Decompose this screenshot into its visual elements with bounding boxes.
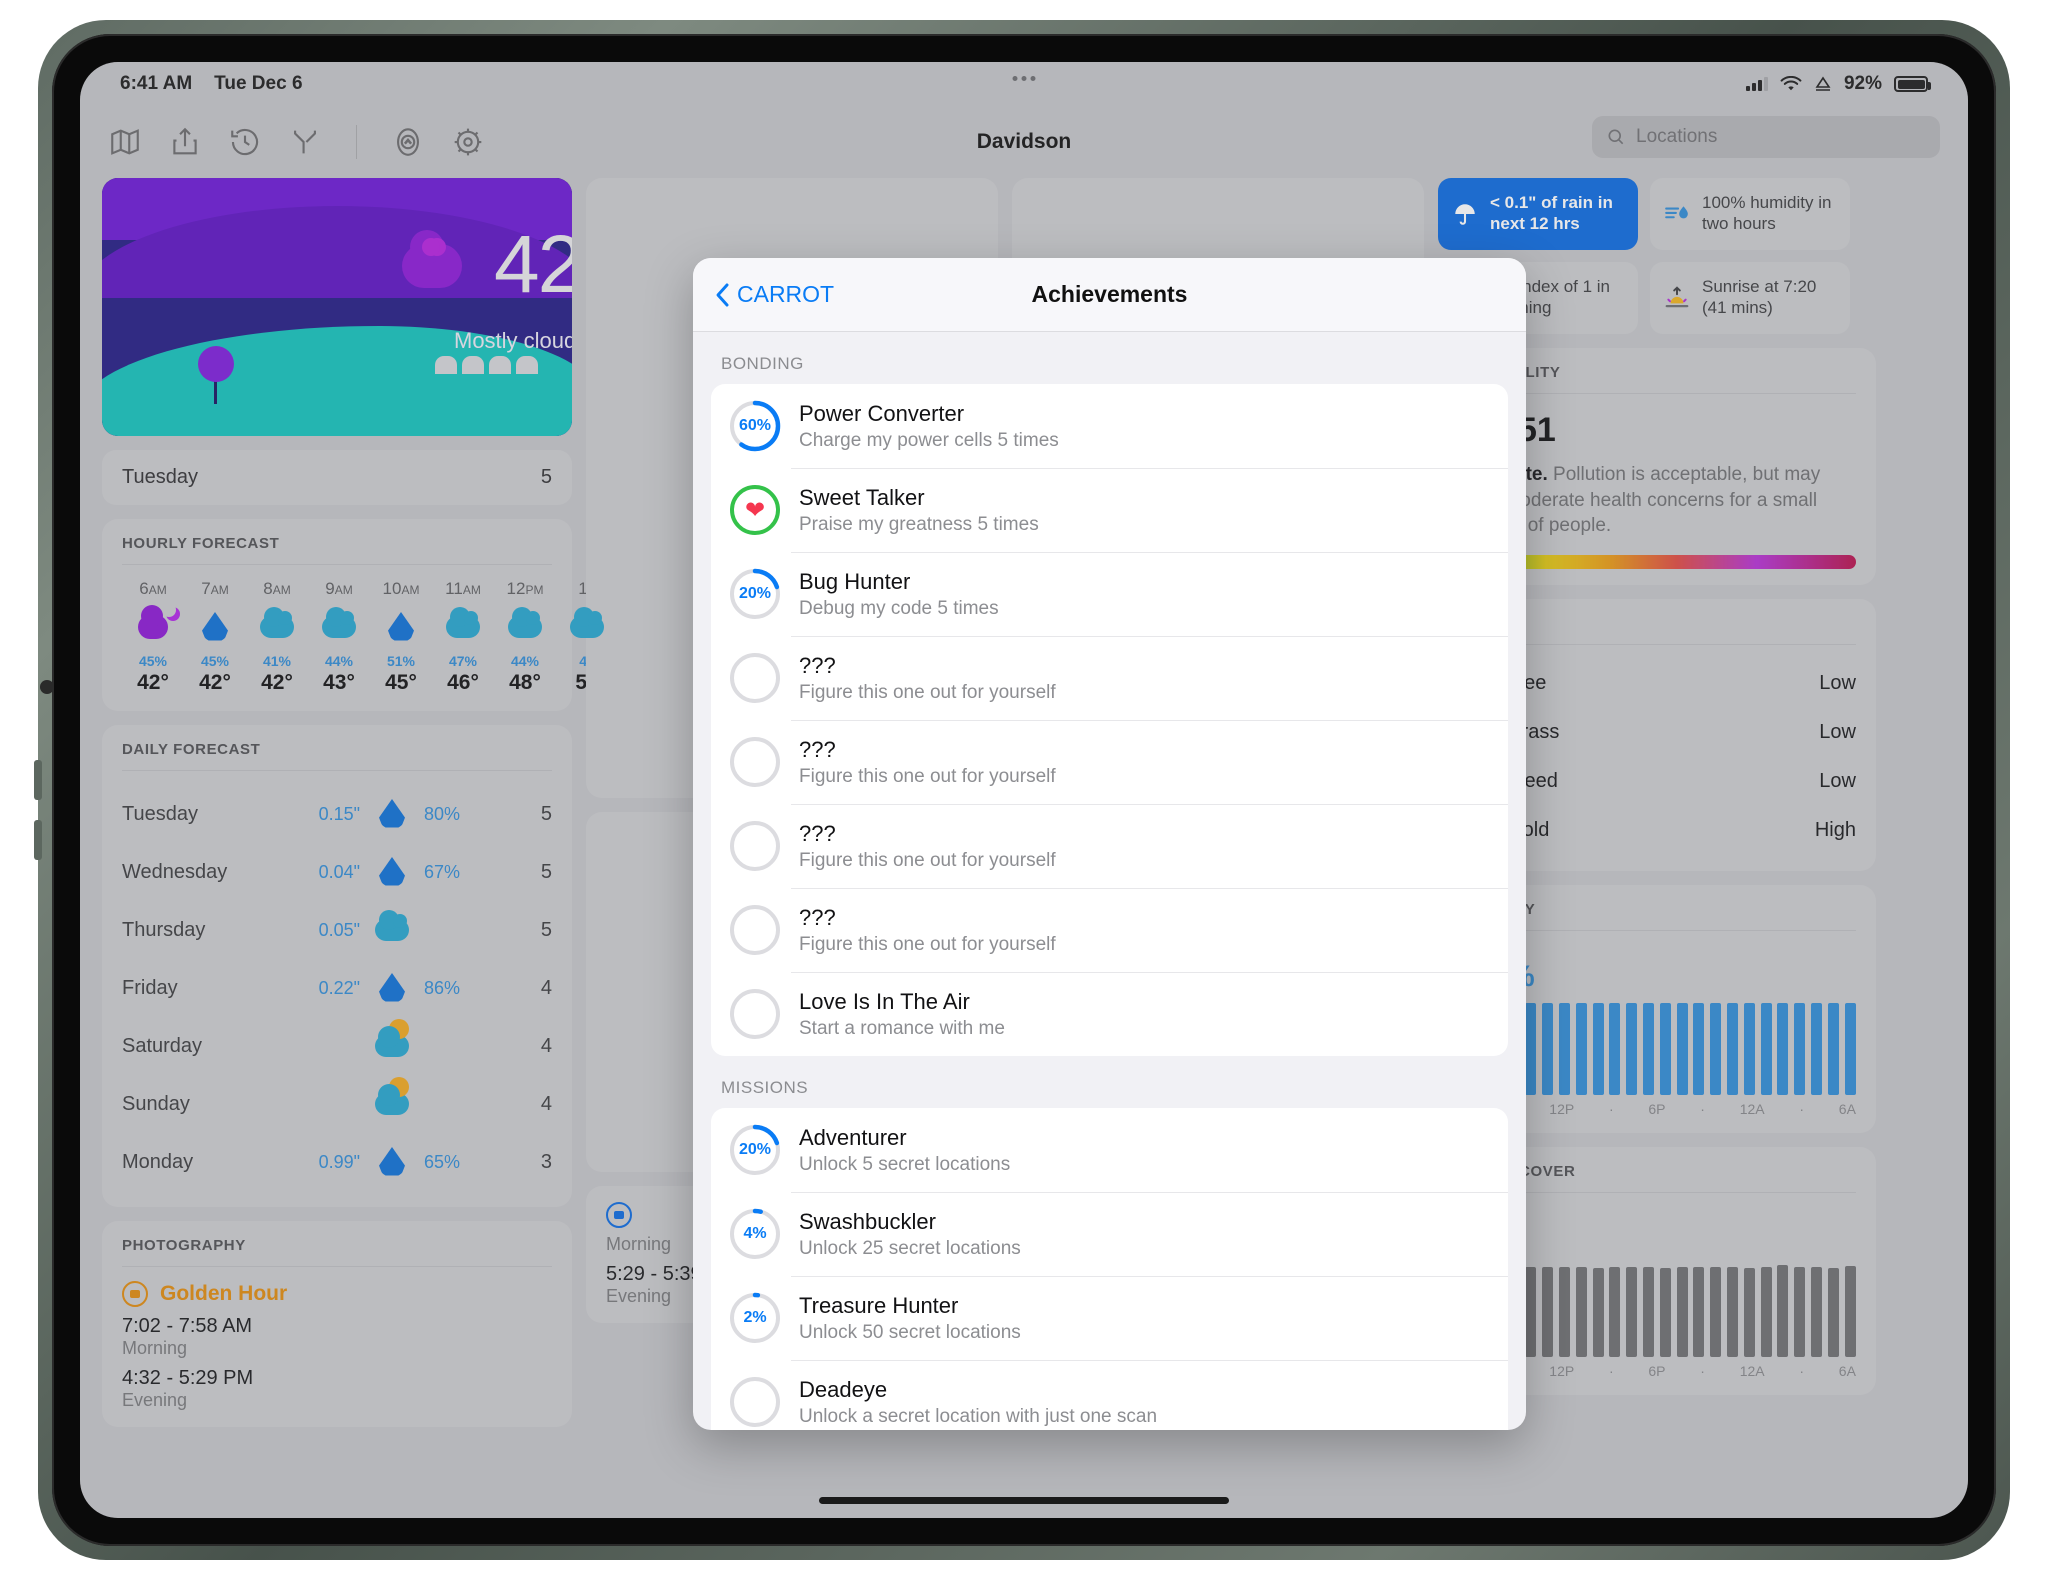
- achievement-list: 60% Power Converter Charge my power cells …: [711, 384, 1508, 1056]
- achievement-ring-locked: [729, 652, 781, 704]
- achievement-name: Deadeye: [799, 1376, 888, 1402]
- achievement-text: Sweet Talker Praise my greatness 5 times: [799, 485, 1039, 536]
- achievement-text: ??? Figure this one out for yourself: [799, 653, 1056, 704]
- home-indicator[interactable]: [819, 1497, 1229, 1504]
- achievement-desc: Charge my power cells 5 times: [799, 429, 1059, 451]
- achievement-item[interactable]: ??? Figure this one out for yourself: [711, 888, 1508, 972]
- achievement-item[interactable]: Deadeye Unlock a secret location with jus…: [711, 1360, 1508, 1430]
- achievement-name: Bug Hunter: [799, 568, 911, 594]
- achievement-desc: Figure this one out for yourself: [799, 765, 1056, 787]
- achievement-desc: Figure this one out for yourself: [799, 681, 1056, 703]
- achievement-text: Swashbuckler Unlock 25 secret locations: [799, 1209, 1021, 1260]
- achievement-text: ??? Figure this one out for yourself: [799, 821, 1056, 872]
- achievement-text: ??? Figure this one out for yourself: [799, 737, 1056, 788]
- achievement-item[interactable]: 60% Power Converter Charge my power cells …: [711, 384, 1508, 468]
- achievement-item[interactable]: 20% Bug Hunter Debug my code 5 times: [711, 552, 1508, 636]
- achievement-desc: Unlock a secret location with just one s…: [799, 1405, 1158, 1427]
- achievement-progress-label: 60%: [738, 417, 772, 434]
- achievement-text: Power Converter Charge my power cells 5 t…: [799, 401, 1059, 452]
- tablet-screen: 6:41 AM Tue Dec 6 92% Davidson Locations…: [80, 62, 1968, 1518]
- achievement-progress-label: 20%: [738, 585, 772, 602]
- achievement-name: Sweet Talker: [799, 484, 925, 510]
- achievement-ring-progress: 20%: [729, 568, 781, 620]
- achievement-desc: Unlock 50 secret locations: [799, 1321, 1021, 1343]
- achievement-text: ??? Figure this one out for yourself: [799, 905, 1056, 956]
- achievement-desc: Unlock 25 secret locations: [799, 1237, 1021, 1259]
- achievement-section-header: MISSIONS: [721, 1078, 809, 1097]
- achievement-text: Love Is In The Air Start a romance with m…: [799, 989, 1005, 1040]
- achievement-name: ???: [799, 904, 836, 930]
- achievement-text: Adventurer Unlock 5 secret locations: [799, 1125, 1010, 1176]
- achievement-name: Treasure Hunter: [799, 1292, 959, 1318]
- achievement-ring-progress: 20%: [729, 1124, 781, 1176]
- achievement-item[interactable]: Love Is In The Air Start a romance with m…: [711, 972, 1508, 1056]
- achievement-name: ???: [799, 652, 836, 678]
- achievement-item[interactable]: 20% Adventurer Unlock 5 secret locations: [711, 1108, 1508, 1192]
- achievement-item[interactable]: ??? Figure this one out for yourself: [711, 720, 1508, 804]
- achievement-name: Love Is In The Air: [799, 988, 970, 1014]
- front-camera: [40, 680, 54, 694]
- achievement-name: Power Converter: [799, 400, 965, 426]
- achievement-name: ???: [799, 820, 836, 846]
- achievement-text: Treasure Hunter Unlock 50 secret location…: [799, 1293, 1021, 1344]
- achievement-progress-label: 2%: [743, 1309, 767, 1326]
- achievement-ring-locked: [729, 988, 781, 1040]
- achievement-item[interactable]: ??? Figure this one out for yourself: [711, 636, 1508, 720]
- achievement-name: ???: [799, 736, 836, 762]
- achievement-desc: Debug my code 5 times: [799, 597, 999, 619]
- achievement-list: 20% Adventurer Unlock 5 secret locations 4%…: [711, 1108, 1508, 1430]
- achievement-ring-progress: 2%: [729, 1292, 781, 1344]
- volume-up-button[interactable]: [34, 760, 42, 800]
- achievement-ring-locked: [729, 820, 781, 872]
- achievement-ring-progress: 60%: [729, 400, 781, 452]
- achievement-ring-complete: ❤: [729, 484, 781, 536]
- achievement-desc: Figure this one out for yourself: [799, 933, 1056, 955]
- achievement-ring-locked: [729, 736, 781, 788]
- achievement-item[interactable]: 4% Swashbuckler Unlock 25 secret locations: [711, 1192, 1508, 1276]
- achievement-text: Bug Hunter Debug my code 5 times: [799, 569, 999, 620]
- achievement-desc: Start a romance with me: [799, 1017, 1005, 1039]
- achievement-progress-label: 20%: [738, 1141, 772, 1158]
- achievement-desc: Figure this one out for yourself: [799, 849, 1056, 871]
- modal-nav-bar: CARROT Achievements: [693, 258, 1526, 332]
- achievement-desc: Praise my greatness 5 times: [799, 513, 1039, 535]
- achievement-item[interactable]: 2% Treasure Hunter Unlock 50 secret locati…: [711, 1276, 1508, 1360]
- achievement-ring-locked: [729, 1376, 781, 1428]
- modal-title: Achievements: [1031, 281, 1188, 307]
- achievements-modal: CARROT Achievements BONDING 60% Power Conv…: [693, 258, 1526, 1430]
- achievement-name: Adventurer: [799, 1124, 907, 1150]
- volume-down-button[interactable]: [34, 820, 42, 860]
- achievement-ring-locked: [729, 904, 781, 956]
- heart-icon: ❤: [744, 496, 766, 524]
- achievement-ring-progress: 4%: [729, 1208, 781, 1260]
- achievements-scroll-area[interactable]: BONDING 60% Power Converter Charge my power…: [693, 332, 1526, 1430]
- achievement-text: Deadeye Unlock a secret location with jus…: [799, 1377, 1157, 1428]
- achievement-desc: Unlock 5 secret locations: [799, 1153, 1011, 1175]
- achievement-section-header: BONDING: [721, 354, 804, 373]
- achievement-item[interactable]: ❤ Sweet Talker Praise my greatness 5 times: [711, 468, 1508, 552]
- achievement-progress-label: 4%: [743, 1225, 767, 1242]
- achievement-item[interactable]: ??? Figure this one out for yourself: [711, 804, 1508, 888]
- achievement-name: Swashbuckler: [799, 1208, 936, 1234]
